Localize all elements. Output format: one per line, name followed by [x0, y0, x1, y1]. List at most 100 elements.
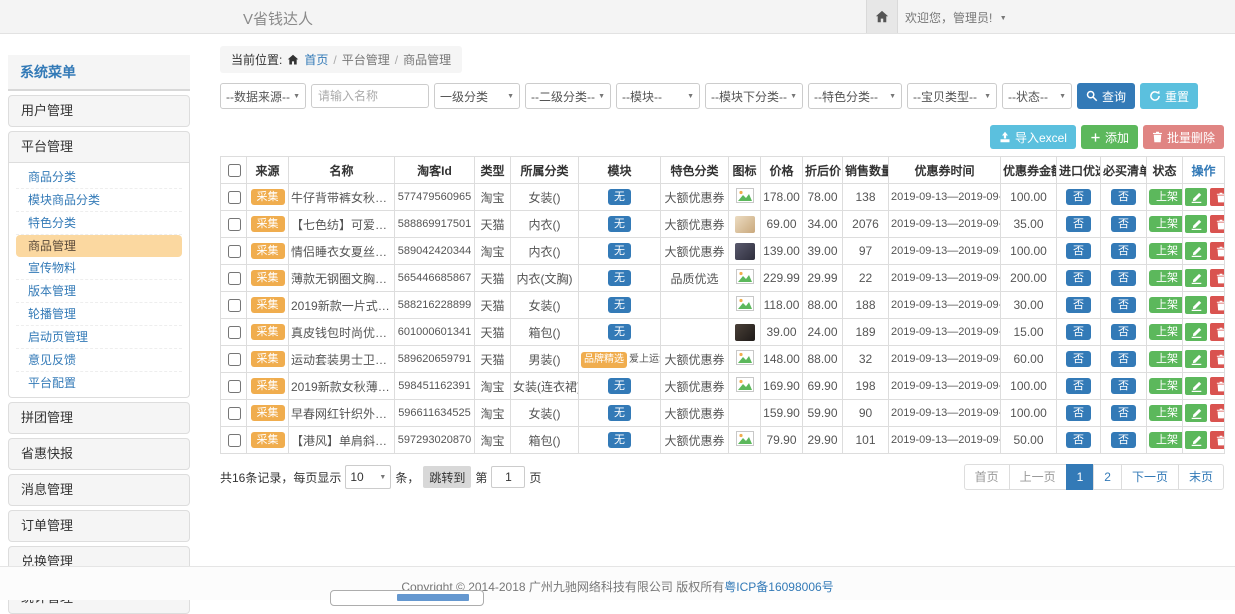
edit-button[interactable]: [1185, 242, 1207, 260]
status-button[interactable]: 上架: [1149, 378, 1183, 394]
status-button[interactable]: 上架: [1149, 270, 1183, 286]
edit-button[interactable]: [1185, 323, 1207, 341]
sidebar-item[interactable]: 版本管理: [16, 280, 182, 303]
must-buy-toggle[interactable]: 否: [1111, 351, 1136, 367]
edit-button[interactable]: [1185, 296, 1207, 314]
sidebar-section-4[interactable]: 省惠快报: [8, 438, 190, 470]
import-select-toggle[interactable]: 否: [1066, 216, 1091, 232]
query-button[interactable]: 查询: [1077, 83, 1135, 109]
edit-button[interactable]: [1185, 350, 1207, 368]
row-checkbox[interactable]: [228, 272, 241, 285]
delete-button[interactable]: [1210, 323, 1225, 341]
sidebar-item[interactable]: 模块商品分类: [16, 189, 182, 212]
row-checkbox[interactable]: [228, 326, 241, 339]
sidebar-item[interactable]: 宣传物料: [16, 257, 182, 280]
page-button-末页[interactable]: 末页: [1178, 464, 1224, 490]
import-select-toggle[interactable]: 否: [1066, 378, 1091, 394]
page-button-2[interactable]: 2: [1093, 464, 1122, 490]
must-buy-toggle[interactable]: 否: [1111, 432, 1136, 448]
status-button[interactable]: 上架: [1149, 432, 1183, 448]
delete-button[interactable]: [1210, 188, 1225, 206]
delete-button[interactable]: [1210, 242, 1225, 260]
must-buy-toggle[interactable]: 否: [1111, 405, 1136, 421]
sidebar-section-5[interactable]: 消息管理: [8, 474, 190, 506]
status-button[interactable]: 上架: [1149, 189, 1183, 205]
must-buy-toggle[interactable]: 否: [1111, 216, 1136, 232]
row-checkbox[interactable]: [228, 191, 241, 204]
page-button-下一页[interactable]: 下一页: [1121, 464, 1179, 490]
sidebar-section-2[interactable]: 平台管理: [8, 131, 190, 163]
delete-button[interactable]: [1210, 431, 1225, 449]
must-buy-toggle[interactable]: 否: [1111, 297, 1136, 313]
sidebar-section-3[interactable]: 拼团管理: [8, 402, 190, 434]
row-checkbox[interactable]: [228, 299, 241, 312]
page-button-首页[interactable]: 首页: [964, 464, 1010, 490]
sidebar-item[interactable]: 轮播管理: [16, 303, 182, 326]
sidebar-item[interactable]: 商品管理: [16, 235, 182, 257]
page-number-input[interactable]: [491, 466, 525, 488]
user-menu[interactable]: 欢迎您，管理员! ▼: [905, 9, 1007, 26]
delete-button[interactable]: [1210, 350, 1225, 368]
must-buy-toggle[interactable]: 否: [1111, 243, 1136, 259]
must-buy-toggle[interactable]: 否: [1111, 324, 1136, 340]
icp-link[interactable]: 粤ICP备16098006号: [724, 580, 833, 594]
category1-select[interactable]: 一级分类▼: [434, 83, 520, 109]
must-buy-toggle[interactable]: 否: [1111, 378, 1136, 394]
edit-button[interactable]: [1185, 431, 1207, 449]
status-button[interactable]: 上架: [1149, 405, 1183, 421]
import-select-toggle[interactable]: 否: [1066, 351, 1091, 367]
delete-button[interactable]: [1210, 377, 1225, 395]
import-select-toggle[interactable]: 否: [1066, 270, 1091, 286]
status-button[interactable]: 上架: [1149, 243, 1183, 259]
edit-button[interactable]: [1185, 377, 1207, 395]
row-checkbox[interactable]: [228, 380, 241, 393]
sidebar-item[interactable]: 启动页管理: [16, 326, 182, 349]
status-button[interactable]: 上架: [1149, 351, 1183, 367]
jump-button[interactable]: 跳转到: [423, 466, 471, 488]
status-button[interactable]: 上架: [1149, 297, 1183, 313]
sidebar-section-6[interactable]: 订单管理: [8, 510, 190, 542]
import-select-toggle[interactable]: 否: [1066, 243, 1091, 259]
sidebar-section-1[interactable]: 用户管理: [8, 95, 190, 127]
import-select-toggle[interactable]: 否: [1066, 297, 1091, 313]
import-select-toggle[interactable]: 否: [1066, 405, 1091, 421]
breadcrumb-home-link[interactable]: 首页: [304, 51, 328, 68]
status-button[interactable]: 上架: [1149, 216, 1183, 232]
edit-button[interactable]: [1185, 188, 1207, 206]
page-button-上一页[interactable]: 上一页: [1009, 464, 1067, 490]
add-button[interactable]: 添加: [1081, 125, 1138, 149]
row-checkbox[interactable]: [228, 218, 241, 231]
import-select-toggle[interactable]: 否: [1066, 432, 1091, 448]
sidebar-item[interactable]: 意见反馈: [16, 349, 182, 372]
module-select[interactable]: --模块--▼: [616, 83, 700, 109]
name-search-input[interactable]: [311, 84, 429, 108]
select-all-checkbox[interactable]: [228, 164, 241, 177]
import-select-toggle[interactable]: 否: [1066, 189, 1091, 205]
row-checkbox[interactable]: [228, 353, 241, 366]
edit-button[interactable]: [1185, 215, 1207, 233]
sidebar-item[interactable]: 平台配置: [16, 372, 182, 394]
row-checkbox[interactable]: [228, 407, 241, 420]
import-excel-button[interactable]: 导入excel: [990, 125, 1076, 149]
home-button[interactable]: [866, 0, 898, 33]
row-checkbox[interactable]: [228, 434, 241, 447]
sidebar-item[interactable]: 特色分类: [16, 212, 182, 235]
category2-select[interactable]: --二级分类--▼: [525, 83, 611, 109]
delete-button[interactable]: [1210, 215, 1225, 233]
module-sub-select[interactable]: --模块下分类--▼: [705, 83, 803, 109]
page-size-select[interactable]: 10 ▼: [345, 465, 391, 489]
breadcrumb-item[interactable]: 平台管理: [342, 51, 390, 68]
batch-delete-button[interactable]: 批量删除: [1143, 125, 1224, 149]
sidebar-item[interactable]: 商品分类: [16, 166, 182, 189]
status-select[interactable]: --状态--▼: [1002, 83, 1072, 109]
import-select-toggle[interactable]: 否: [1066, 324, 1091, 340]
delete-button[interactable]: [1210, 269, 1225, 287]
edit-button[interactable]: [1185, 404, 1207, 422]
item-type-select[interactable]: --宝贝类型--▼: [907, 83, 997, 109]
status-button[interactable]: 上架: [1149, 324, 1183, 340]
data-source-select[interactable]: --数据来源--▼: [220, 83, 306, 109]
feature-select[interactable]: --特色分类--▼: [808, 83, 902, 109]
edit-button[interactable]: [1185, 269, 1207, 287]
delete-button[interactable]: [1210, 404, 1225, 422]
page-button-1[interactable]: 1: [1066, 464, 1095, 490]
